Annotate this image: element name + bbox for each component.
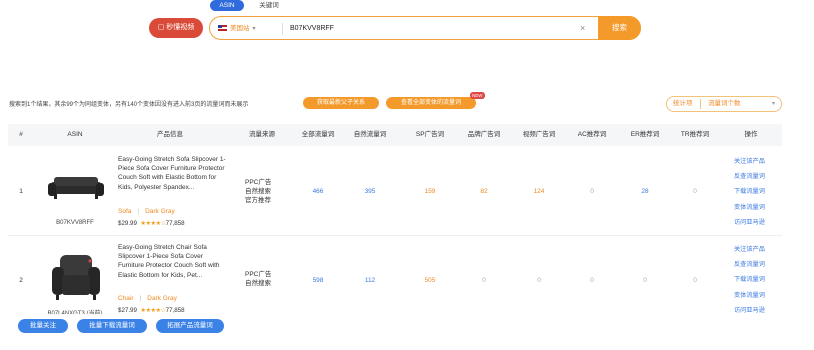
review-count: 77,858 — [165, 307, 185, 314]
review-count: 77,858 — [165, 220, 185, 227]
stat-select[interactable]: 统计项 流量词个数 ▾ — [666, 96, 782, 112]
traffic-source: PPC广告 自然搜索 官方推荐 — [245, 179, 272, 204]
count-brand: 0 — [482, 277, 486, 284]
search-bar: 美国站▾ × 搜索 — [209, 16, 641, 40]
col-header-traffic-source: 流量来源 — [249, 131, 275, 138]
product-attributes: Chair | Dark Gray — [118, 295, 177, 302]
follow-product-link[interactable]: 关注该产品 — [734, 242, 765, 257]
product-thumbnail[interactable] — [48, 174, 104, 202]
col-header-ac-keywords[interactable]: AC推荐词 — [578, 124, 607, 146]
price-rating: $27.99 ★★★★☆77,858 — [118, 307, 185, 314]
row-asin[interactable]: B07KVV8RFF — [56, 220, 94, 226]
table-row: 2 B07L4NXGT3 (当前) Easy-Going Stretch Cha… — [8, 237, 782, 317]
product-attributes: Sofa | Dark Gray — [118, 208, 175, 215]
expand-product-keywords-button[interactable]: 拓展产品流量词 — [156, 319, 224, 333]
count-all[interactable]: 466 — [313, 188, 324, 195]
count-er[interactable]: 28 — [641, 188, 648, 195]
count-organic[interactable]: 395 — [365, 188, 376, 195]
batch-download-keywords-button[interactable]: 批量下载流量词 — [77, 319, 147, 333]
view-all-variant-keywords-button[interactable]: 查看全部变体的流量词 — [386, 97, 476, 109]
col-header-er-keywords[interactable]: ER推荐词 — [631, 124, 660, 146]
count-ac: 0 — [590, 188, 594, 195]
variant-keywords-link[interactable]: 变体流量词 — [734, 200, 765, 215]
us-flag-icon — [218, 25, 227, 32]
row-actions: 关注该产品 反查流量词 下载流量词 变体流量词 访问亚马逊 — [734, 242, 765, 318]
col-header-organic-keywords[interactable]: 自然流量词 — [354, 124, 387, 146]
attr-size: Chair — [118, 295, 134, 302]
stat-select-value: 流量词个数 — [708, 100, 741, 107]
price: $29.99 — [118, 220, 137, 227]
attr-color: Dark Gray — [147, 295, 177, 302]
table-row: 1 B07KVV8RFF Easy-Going Stretch Sofa Sli… — [8, 146, 782, 236]
tab-asin[interactable]: ASIN — [210, 0, 244, 11]
batch-follow-button[interactable]: 批量关注 — [18, 319, 68, 333]
col-header-asin: ASIN — [67, 131, 83, 138]
count-all[interactable]: 598 — [313, 277, 324, 284]
divider — [700, 99, 701, 109]
price: $27.99 — [118, 307, 137, 314]
count-video[interactable]: 124 — [534, 188, 545, 195]
col-header-index: # — [19, 131, 23, 138]
count-organic[interactable]: 112 — [365, 277, 375, 284]
rating-stars: ★★★★☆ — [140, 307, 166, 314]
reverse-keywords-link[interactable]: 反查流量词 — [734, 169, 765, 184]
follow-product-link[interactable]: 关注该产品 — [734, 154, 765, 169]
search-button[interactable]: 搜索 — [598, 16, 641, 40]
download-keywords-link[interactable]: 下载流量词 — [734, 184, 765, 199]
col-header-brand-ad-keywords[interactable]: 品牌广告词 — [468, 124, 501, 146]
count-ac: 0 — [590, 277, 594, 284]
col-header-video-ad-keywords[interactable]: 视频广告词 — [523, 124, 556, 146]
count-video: 0 — [537, 277, 541, 284]
get-latest-relation-button[interactable]: 获取最新父子关系 — [303, 97, 379, 109]
count-tr: 0 — [693, 277, 697, 284]
stat-select-label: 统计项 — [673, 100, 693, 107]
video-guide-button[interactable]: ▢ 秒懂视频 — [149, 18, 203, 38]
divider — [282, 23, 283, 35]
traffic-source: PPC广告 自然搜索 — [245, 271, 272, 287]
clear-icon[interactable]: × — [580, 22, 585, 34]
tab-keyword[interactable]: 关键词 — [254, 0, 284, 11]
count-tr: 0 — [693, 188, 697, 195]
price-rating: $29.99 ★★★★☆77,858 — [118, 220, 185, 227]
product-title[interactable]: Easy-Going Stretch Chair Sofa Slipcover … — [118, 243, 228, 280]
rating-stars: ★★★★☆ — [140, 220, 166, 227]
count-sp[interactable]: 505 — [425, 277, 436, 284]
count-brand[interactable]: 82 — [480, 188, 487, 195]
site-select[interactable]: 美国站 ▾ — [218, 23, 278, 35]
row-index: 2 — [19, 277, 23, 284]
site-label: 美国站 — [230, 25, 250, 32]
table-header: # ASIN 产品信息 流量来源 全部流量词 自然流量词 SP广告词 品牌广告词… — [8, 124, 782, 146]
chevron-down-icon: ▾ — [771, 101, 775, 107]
col-header-tr-keywords[interactable]: TR推荐词 — [681, 124, 709, 146]
col-header-actions: 操作 — [744, 131, 758, 138]
download-keywords-link[interactable]: 下载流量词 — [734, 272, 765, 287]
product-thumbnail[interactable] — [50, 251, 102, 303]
new-badge: NEW — [470, 92, 485, 99]
product-title[interactable]: Easy-Going Stretch Sofa Slipcover 1-Piec… — [118, 155, 228, 192]
variant-keywords-link[interactable]: 变体流量词 — [734, 288, 765, 303]
count-sp[interactable]: 159 — [425, 188, 436, 195]
search-input[interactable] — [288, 21, 578, 35]
result-info-text: 搜索到1个结果，其余99个为同组变体，另有140个变体因没有进入前3页的流量词而… — [9, 102, 249, 108]
col-header-sp-ad-keywords[interactable]: SP广告词 — [416, 124, 444, 146]
chevron-down-icon: ▾ — [252, 26, 256, 32]
row-actions: 关注该产品 反查流量词 下载流量词 变体流量词 访问亚马逊 — [734, 154, 765, 230]
row-index: 1 — [19, 188, 23, 195]
count-er: 0 — [643, 277, 647, 284]
col-header-all-keywords[interactable]: 全部流量词 — [302, 124, 335, 146]
col-header-product-info: 产品信息 — [157, 131, 183, 138]
visit-amazon-link[interactable]: 访问亚马逊 — [734, 215, 765, 230]
attr-size: Sofa — [118, 208, 132, 215]
attr-color: Dark Gray — [145, 208, 175, 215]
reverse-keywords-link[interactable]: 反查流量词 — [734, 257, 765, 272]
